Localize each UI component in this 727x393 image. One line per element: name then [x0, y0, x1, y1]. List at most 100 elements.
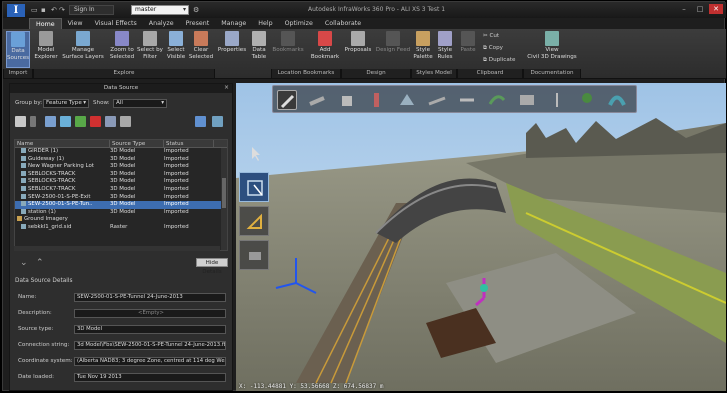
tab-optimize[interactable]: Optimize: [279, 18, 319, 29]
building-tool-icon[interactable]: [337, 90, 357, 110]
locate-icon[interactable]: [195, 116, 206, 127]
table-row[interactable]: SEBLOCK7-TRACK 3D Model Imported: [15, 185, 227, 194]
database-connect-icon[interactable]: [212, 116, 223, 127]
design-feed-button[interactable]: Design Feed: [375, 31, 411, 54]
city-furniture-icon[interactable]: [367, 90, 387, 110]
proposals-button[interactable]: Proposals: [343, 31, 373, 54]
select-by-filter-button[interactable]: Select by Filter: [137, 31, 163, 60]
horizontal-scrollbar[interactable]: [14, 246, 220, 251]
tab-present[interactable]: Present: [180, 18, 216, 29]
pipeline-icon[interactable]: [487, 90, 507, 110]
bridge-icon[interactable]: [517, 90, 537, 110]
paste-button[interactable]: Paste: [459, 31, 477, 54]
column-source-type[interactable]: Source Type: [110, 140, 164, 147]
gizmo-handle[interactable]: [480, 284, 488, 292]
detail-connection-field[interactable]: 3d Model\Fbx\SEW-2500-01-S-PE-Tunnel 24-…: [74, 341, 226, 350]
data-sources-button[interactable]: Data Sources: [6, 31, 30, 68]
select-tool-icon[interactable]: [239, 172, 269, 202]
model-combo[interactable]: master: [131, 5, 189, 15]
cut-button[interactable]: ✂ Cut: [483, 33, 499, 39]
style-rules-icon: [438, 31, 452, 46]
coverage-area-icon[interactable]: [607, 90, 627, 110]
detail-description-field[interactable]: <Empty>: [74, 309, 226, 318]
show-select[interactable]: All: [113, 99, 167, 108]
dropdown-arrow-icon[interactable]: [30, 116, 36, 127]
scrollbar-thumb[interactable]: [222, 178, 226, 208]
close-icon[interactable]: ×: [224, 84, 229, 91]
arrow-tool-icon[interactable]: [239, 138, 269, 168]
table-row[interactable]: SEBLOCKS-TRACK 3D Model Imported: [15, 178, 227, 186]
water-area-icon[interactable]: [397, 90, 417, 110]
table-row[interactable]: station (1) 3D Model Imported: [15, 208, 227, 217]
detail-date-field[interactable]: Tue Nov 19 2013: [74, 373, 226, 382]
measure-tool-icon[interactable]: [239, 206, 269, 236]
data-table-button[interactable]: Data Table: [249, 31, 269, 60]
tab-analyze[interactable]: Analyze: [143, 18, 180, 29]
3d-viewport[interactable]: X: -113.44881 Y: 53.56668 Z: 674.56837 m: [236, 83, 726, 391]
stamp-tool-icon[interactable]: [239, 240, 269, 270]
properties-button[interactable]: Properties: [217, 31, 247, 54]
table-row[interactable]: Guideway (1) 3D Model Imported: [15, 155, 227, 164]
table-row[interactable]: New Wagner Parking Lot 3D Model Imported: [15, 163, 227, 171]
copy-button[interactable]: ⧉ Copy: [483, 45, 503, 52]
sign-in-button[interactable]: Sign In: [69, 5, 114, 15]
close-icon[interactable]: ✕: [709, 4, 723, 14]
model-explorer-button[interactable]: Model Explorer: [34, 31, 58, 60]
new-data-source-icon[interactable]: [15, 116, 26, 127]
remove-icon[interactable]: [90, 116, 101, 127]
column-name[interactable]: Name: [15, 140, 110, 147]
barrier-icon[interactable]: [457, 90, 477, 110]
tab-home[interactable]: Home: [29, 18, 62, 29]
import-icon[interactable]: [60, 116, 71, 127]
tab-collaborate[interactable]: Collaborate: [319, 18, 367, 29]
maximize-icon[interactable]: □: [693, 4, 707, 14]
edit-icon[interactable]: [105, 116, 116, 127]
detail-source-type-field[interactable]: 3D Model: [74, 325, 226, 334]
app-logo[interactable]: I: [7, 4, 25, 17]
minimize-icon[interactable]: –: [677, 4, 691, 14]
pencil-icon[interactable]: [277, 90, 297, 110]
redo-icon[interactable]: ↷: [59, 6, 65, 14]
style-palette-button[interactable]: Style Palette: [413, 31, 433, 60]
detail-name-field[interactable]: SEW-2500-01-S-PE-Tunnel 24-June-2013: [74, 293, 226, 302]
tab-help[interactable]: Help: [252, 18, 278, 29]
column-status[interactable]: Status: [164, 140, 214, 147]
pole-icon[interactable]: [547, 90, 567, 110]
table-row[interactable]: SEBLOCKS-TRACK 3D Model Imported: [15, 170, 227, 179]
table-row[interactable]: SEW-2500-01-S-PE-Exit 3D Model Imported: [15, 193, 227, 202]
select-visible-button[interactable]: Select Visible: [165, 31, 187, 60]
collapse-icon[interactable]: ⌄: [20, 258, 28, 268]
settings-icon[interactable]: ⚙: [193, 6, 199, 14]
style-rules-button[interactable]: Style Rules: [435, 31, 455, 60]
tab-visual-effects[interactable]: Visual Effects: [89, 18, 143, 29]
table-row[interactable]: sebkkl1_grid.sid Raster Imported: [15, 223, 227, 232]
3d-scene[interactable]: [236, 83, 726, 391]
export-icon[interactable]: [120, 116, 131, 127]
manage-surface-layers-button[interactable]: Manage Surface Layers: [61, 31, 105, 60]
zoom-to-selected-button[interactable]: Zoom to Selected: [109, 31, 135, 60]
save-icon[interactable]: ▪: [41, 6, 46, 14]
view-civil3d-label: View Civil 3D Drawings: [527, 47, 577, 60]
vertical-scrollbar[interactable]: [221, 148, 227, 250]
clear-selected-button[interactable]: Clear Selected: [189, 31, 213, 60]
hide-details-button[interactable]: Hide Details: [196, 258, 228, 275]
add-bookmark-button[interactable]: Add Bookmark: [309, 31, 341, 60]
railway-icon[interactable]: [427, 90, 447, 110]
refresh-icon[interactable]: [75, 116, 86, 127]
detail-coordinate-field[interactable]: (Alberta NAD83; 3 degree Zone, centred a…: [74, 357, 226, 366]
configure-icon[interactable]: [45, 116, 56, 127]
tab-manage[interactable]: Manage: [215, 18, 252, 29]
undo-icon[interactable]: ↶: [51, 6, 57, 14]
open-icon[interactable]: ▭: [31, 6, 38, 14]
table-row[interactable]: SEW-2500-01-S-PE-Tun.. 3D Model Imported: [15, 201, 227, 209]
tree-icon[interactable]: [577, 90, 597, 110]
table-row[interactable]: Ground Imagery: [15, 216, 227, 224]
group-by-select[interactable]: Feature Type: [43, 99, 89, 108]
duplicate-button[interactable]: ⧉ Duplicate: [483, 57, 515, 64]
road-tool-icon[interactable]: [307, 90, 327, 110]
tab-view[interactable]: View: [62, 18, 89, 29]
bookmarks-dropdown[interactable]: Bookmarks: [271, 31, 305, 54]
view-civil3d-button[interactable]: View Civil 3D Drawings: [527, 31, 577, 60]
table-row[interactable]: GIRDER (1) 3D Model Imported: [15, 148, 227, 156]
expand-icon[interactable]: ⌃: [36, 258, 44, 268]
